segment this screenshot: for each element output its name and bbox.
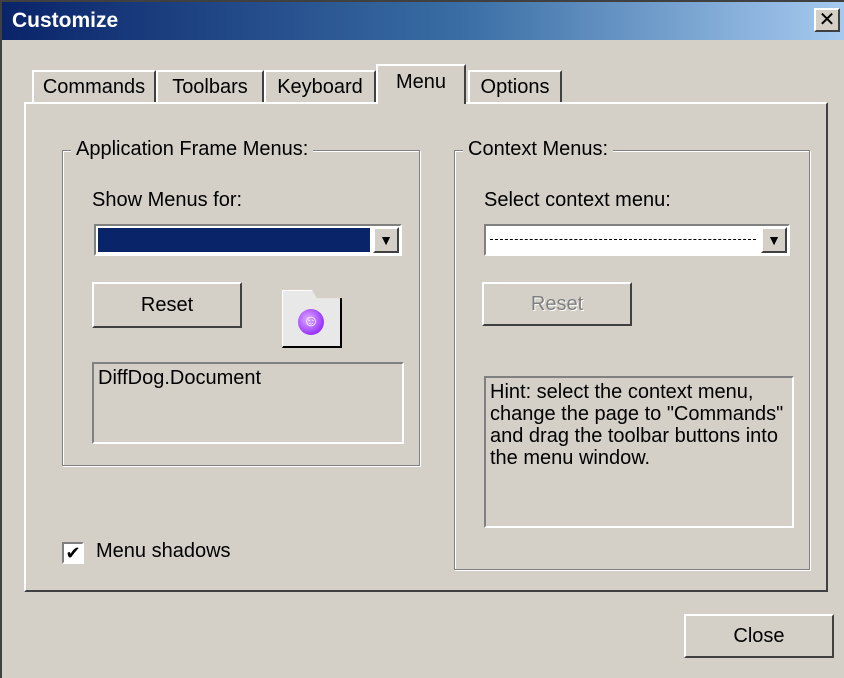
context-menu-empty-value [490,239,756,240]
reset-context-button[interactable]: Reset [482,282,632,326]
select-context-menu-label: Select context menu: [484,189,671,211]
tab-keyboard[interactable]: Keyboard [264,70,376,102]
chevron-down-icon[interactable]: ▼ [373,227,399,253]
dialog-title: Customize [12,9,119,32]
reset-app-frame-button[interactable]: Reset [92,282,242,328]
menu-shadows-label: Menu shadows [96,540,231,562]
close-button[interactable]: Close [684,614,834,658]
show-menus-selected-value [98,228,370,252]
tab-options[interactable]: Options [468,70,562,102]
menu-tab-panel: Application Frame Menus: Show Menus for:… [24,102,828,592]
menu-shadows-checkbox[interactable]: ✔ [62,542,84,564]
tab-commands[interactable]: Commands [32,70,156,102]
document-app-icon: ☺ [282,290,342,348]
menu-document-name: DiffDog.Document [92,362,404,444]
show-menus-select[interactable]: ▼ [94,224,402,256]
close-icon[interactable]: ✕ [814,8,840,32]
context-menus-title: Context Menus: [463,138,614,161]
show-menus-label: Show Menus for: [92,189,243,211]
hint-text: Hint: select the context menu, change th… [484,376,794,528]
app-frame-menus-title: Application Frame Menus: [71,138,314,161]
chevron-down-icon[interactable]: ▼ [761,227,787,253]
tab-toolbars[interactable]: Toolbars [156,70,264,102]
title-bar[interactable]: Customize ✕ [2,2,844,40]
context-menu-select[interactable]: ▼ [484,224,790,256]
tab-menu[interactable]: Menu [376,64,466,104]
customize-dialog: Customize ✕ Commands Toolbars Keyboard M… [0,0,844,678]
app-symbol-icon: ☺ [298,309,324,335]
